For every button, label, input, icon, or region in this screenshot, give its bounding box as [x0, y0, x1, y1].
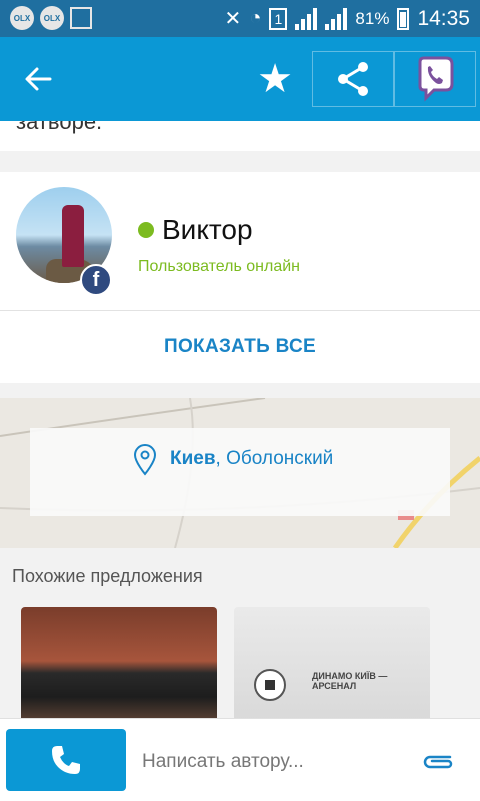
battery-icon	[397, 7, 410, 30]
description-text: затворе.	[16, 121, 103, 134]
seller-status: Пользователь онлайн	[138, 258, 301, 275]
description-fragment: затворе.	[0, 121, 480, 151]
olx-icon: OLX	[40, 6, 64, 30]
wifi-icon: ◔	[249, 7, 262, 29]
phone-icon	[52, 746, 80, 774]
similar-offer-card[interactable]	[21, 607, 217, 727]
mute-icon: ✕	[224, 8, 242, 30]
seller-card[interactable]: f Виктор Пользователь онлайн	[0, 172, 480, 310]
notification-icons: OLX OLX	[10, 6, 92, 30]
football-icon	[254, 669, 286, 701]
message-input[interactable]	[140, 741, 414, 783]
similar-offers-title: Похожие предложения	[12, 566, 203, 586]
share-button[interactable]	[312, 51, 394, 107]
location-map[interactable]: Киев, Оболонский	[0, 398, 480, 548]
ticket-text: ДИНАМО КИЇВ — АРСЕНАЛ	[312, 671, 388, 691]
similar-offer-card[interactable]: ДИНАМО КИЇВ — АРСЕНАЛ	[234, 607, 430, 727]
call-button[interactable]	[6, 729, 126, 791]
signal-icon	[325, 7, 348, 30]
attach-button[interactable]	[418, 743, 458, 779]
location-box: Киев, Оболонский	[30, 428, 450, 516]
status-bar: OLX OLX ✕ ◔ 1 81% 14:35	[0, 0, 480, 37]
olx-icon: OLX	[10, 6, 34, 30]
star-icon: ★	[257, 57, 293, 101]
viber-button[interactable]	[394, 51, 476, 107]
avatar-person	[62, 205, 84, 267]
share-icon	[338, 62, 368, 96]
location-text: Киев, Оболонский	[170, 448, 333, 470]
location-city: Киев	[170, 448, 216, 469]
favorite-button[interactable]: ★	[250, 55, 300, 103]
map-pin-icon	[133, 444, 157, 476]
battery-percent: 81%	[355, 8, 390, 28]
signal-icon	[295, 7, 318, 30]
show-all-label: ПОКАЗАТЬ ВСЕ	[164, 336, 316, 357]
arrow-left-icon	[25, 67, 52, 91]
system-icons: ✕ ◔ 1 81% 14:35	[225, 0, 470, 37]
paperclip-icon	[423, 755, 453, 769]
show-all-button[interactable]: ПОКАЗАТЬ ВСЕ	[0, 310, 480, 383]
app-bar: ★	[0, 37, 480, 121]
viber-icon	[418, 56, 454, 102]
sim-indicator: 1	[269, 7, 288, 30]
location-district: , Оболонский	[215, 448, 334, 469]
contact-bar	[0, 718, 480, 801]
facebook-icon: f	[80, 264, 112, 296]
back-button[interactable]	[16, 57, 60, 101]
seller-name: Виктор	[162, 214, 253, 245]
online-indicator	[138, 222, 154, 238]
image-icon	[70, 7, 92, 29]
clock: 14:35	[417, 6, 470, 30]
